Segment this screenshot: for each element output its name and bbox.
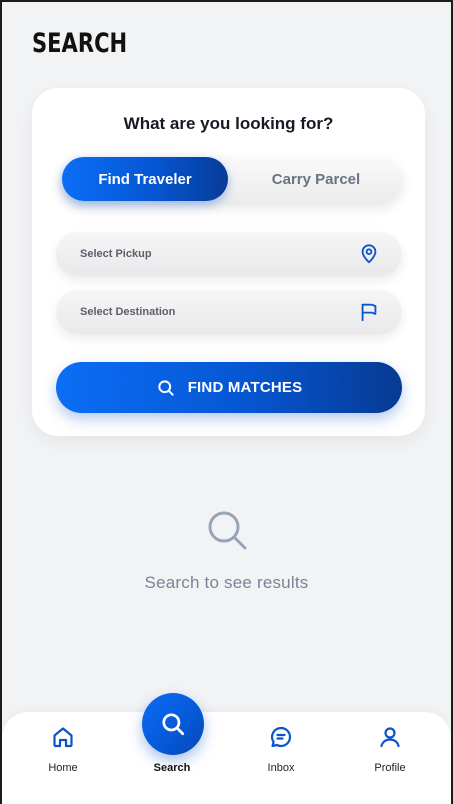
pickup-field[interactable]: Select Pickup: [56, 232, 402, 276]
find-matches-button[interactable]: FIND MATCHES: [56, 362, 402, 413]
map-pin-icon: [361, 244, 377, 264]
pickup-label: Select Pickup: [80, 248, 152, 260]
find-matches-label: FIND MATCHES: [187, 379, 303, 396]
search-card: What are you looking for? Find Traveler …: [32, 88, 425, 436]
user-icon: [380, 727, 400, 748]
card-heading: What are you looking for?: [123, 114, 334, 133]
mode-toggle: Find Traveler Carry Parcel: [60, 156, 402, 202]
nav-label-profile: Profile: [374, 762, 406, 774]
nav-label-search: Search: [153, 762, 191, 774]
nav-item-profile[interactable]: Profile: [350, 712, 430, 804]
page-title: SEARCH: [32, 28, 128, 59]
search-icon: [208, 511, 247, 550]
message-icon: [270, 726, 292, 748]
home-icon: [53, 727, 73, 748]
flag-icon: [361, 303, 377, 322]
nav-label-inbox: Inbox: [267, 762, 295, 774]
destination-label: Select Destination: [80, 306, 176, 318]
destination-field[interactable]: Select Destination: [56, 290, 402, 334]
bottom-navigation: Home Search Inbox Profile: [2, 712, 451, 804]
nav-item-inbox[interactable]: Inbox: [241, 712, 321, 804]
carry-parcel-tab[interactable]: Carry Parcel: [230, 156, 402, 202]
find-traveler-tab[interactable]: Find Traveler: [62, 157, 228, 201]
search-icon: [158, 379, 174, 396]
nav-item-home[interactable]: Home: [23, 712, 103, 804]
search-icon: [162, 713, 185, 736]
nav-label-home: Home: [48, 762, 78, 774]
search-fab-button[interactable]: [142, 693, 204, 755]
empty-state-text: Search to see results: [144, 573, 309, 592]
